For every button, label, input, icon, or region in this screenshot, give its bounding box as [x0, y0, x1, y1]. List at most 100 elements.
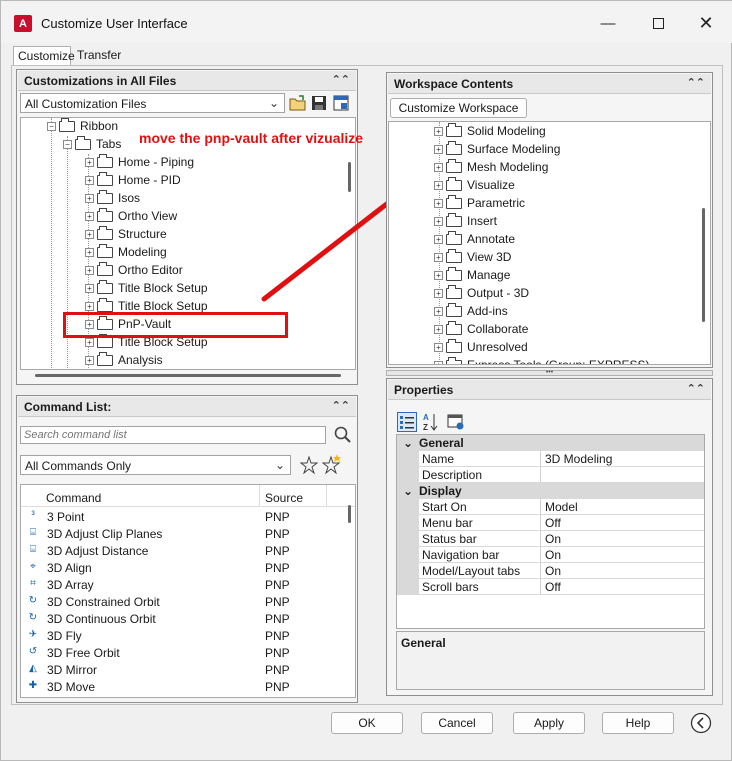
- sort-alphabetical-icon[interactable]: A Z: [422, 412, 438, 432]
- expand-node-icon[interactable]: +: [434, 324, 443, 334]
- expand-node-icon[interactable]: +: [85, 301, 94, 311]
- new-command-icon[interactable]: [322, 454, 342, 474]
- customizations-tree-item[interactable]: + Analysis: [85, 351, 163, 369]
- save-icon[interactable]: [311, 95, 327, 111]
- expand-node-icon[interactable]: +: [434, 198, 443, 208]
- property-pages-icon[interactable]: [447, 414, 465, 430]
- customizations-tree-item[interactable]: + Title Block Setup: [85, 279, 208, 297]
- command-row[interactable]: ⌖ 3D Align PNP: [21, 559, 341, 576]
- expand-node-icon[interactable]: +: [434, 180, 443, 190]
- expand-node-icon[interactable]: +: [85, 211, 94, 221]
- collapse-icon[interactable]: ⌃⌃: [332, 73, 350, 86]
- collapse-icon[interactable]: ⌃⌃: [687, 382, 705, 395]
- workspace-tree-item[interactable]: + Add-ins: [434, 302, 508, 320]
- expand-node-icon[interactable]: +: [85, 175, 94, 185]
- ok-button[interactable]: OK: [331, 712, 403, 734]
- property-row[interactable]: Status bar On: [397, 531, 704, 547]
- property-value[interactable]: [541, 467, 704, 483]
- workspace-tree-item[interactable]: + Solid Modeling: [434, 122, 546, 140]
- customizations-tree-item[interactable]: + Home - Piping: [85, 153, 194, 171]
- customizations-tree-item[interactable]: − Ribbon: [47, 118, 118, 135]
- star-filter-icon[interactable]: [300, 456, 318, 474]
- command-row[interactable]: ↺ 3D Free Orbit PNP: [21, 644, 341, 661]
- property-value[interactable]: On: [541, 547, 704, 563]
- property-row[interactable]: Description: [397, 467, 704, 483]
- command-row[interactable]: ✚ 3D Move PNP: [21, 678, 341, 695]
- command-list-scrollbar[interactable]: [348, 505, 351, 523]
- command-row[interactable]: ⌸ 3D Adjust Clip Planes PNP: [21, 525, 341, 542]
- workspace-tree-item[interactable]: + View 3D: [434, 248, 511, 266]
- tab-transfer[interactable]: Transfer: [73, 46, 131, 66]
- workspace-tree-item[interactable]: + Output - 3D: [434, 284, 529, 302]
- chevron-down-icon[interactable]: ⌄: [403, 436, 413, 450]
- load-partial-icon[interactable]: [333, 95, 349, 111]
- property-value[interactable]: On: [541, 531, 704, 547]
- expand-node-icon[interactable]: +: [434, 252, 443, 262]
- workspace-tree-item[interactable]: + Unresolved: [434, 338, 528, 356]
- maximize-icon[interactable]: [643, 11, 673, 35]
- property-row[interactable]: Start On Model: [397, 499, 704, 515]
- customizations-tree-item[interactable]: + Modeling: [85, 243, 167, 261]
- property-row[interactable]: Name 3D Modeling: [397, 451, 704, 467]
- workspace-tree-item[interactable]: + Insert: [434, 212, 497, 230]
- workspace-tree-item[interactable]: + Visualize: [434, 176, 515, 194]
- splitter-handle[interactable]: •••: [386, 369, 713, 376]
- expand-node-icon[interactable]: +: [85, 193, 94, 203]
- open-file-icon[interactable]: [289, 95, 307, 111]
- customizations-tree-item[interactable]: + Isos: [85, 189, 140, 207]
- close-icon[interactable]: ✕: [691, 11, 721, 35]
- expand-node-icon[interactable]: +: [434, 270, 443, 280]
- command-row[interactable]: ³ 3 Point PNP: [21, 508, 341, 525]
- customizations-tree-item[interactable]: + Home - PID: [85, 171, 181, 189]
- customizations-tree-item[interactable]: + Ortho Editor: [85, 261, 183, 279]
- workspace-tree-item[interactable]: + Collaborate: [434, 320, 528, 338]
- workspace-scrollbar[interactable]: [702, 208, 705, 322]
- property-row[interactable]: Model/Layout tabs On: [397, 563, 704, 579]
- command-row[interactable]: ↻ 3D Constrained Orbit PNP: [21, 593, 341, 610]
- command-filter-select[interactable]: All Commands Only ⌄: [20, 455, 291, 475]
- property-value[interactable]: Model: [541, 499, 704, 515]
- workspace-tree-item[interactable]: + Parametric: [434, 194, 525, 212]
- collapse-node-icon[interactable]: −: [47, 121, 56, 131]
- chevron-down-icon[interactable]: ⌄: [403, 484, 413, 498]
- property-row[interactable]: Navigation bar On: [397, 547, 704, 563]
- collapse-icon[interactable]: ⌃⌃: [332, 399, 350, 412]
- expand-node-icon[interactable]: +: [434, 342, 443, 352]
- command-row[interactable]: ⌸ 3D Adjust Distance PNP: [21, 542, 341, 559]
- customize-workspace-button[interactable]: Customize Workspace: [390, 98, 527, 118]
- property-value[interactable]: Off: [541, 515, 704, 531]
- expand-node-icon[interactable]: +: [434, 144, 443, 154]
- customization-file-select[interactable]: All Customization Files ⌄: [20, 93, 285, 113]
- workspace-tree-item[interactable]: + Mesh Modeling: [434, 158, 548, 176]
- collapse-node-icon[interactable]: −: [63, 139, 72, 149]
- tree-horizontal-scrollbar[interactable]: [35, 374, 341, 377]
- categorized-view-icon[interactable]: [397, 412, 417, 432]
- expand-node-icon[interactable]: +: [434, 306, 443, 316]
- customizations-tree-item[interactable]: + Ortho View: [85, 207, 177, 225]
- expand-node-icon[interactable]: +: [434, 234, 443, 244]
- tab-customize[interactable]: Customize: [13, 46, 75, 66]
- expand-node-icon[interactable]: +: [85, 265, 94, 275]
- minimize-icon[interactable]: —: [593, 11, 623, 35]
- property-row[interactable]: Menu bar Off: [397, 515, 704, 531]
- column-source[interactable]: Source: [265, 491, 303, 505]
- expand-node-icon[interactable]: +: [85, 355, 94, 365]
- collapse-icon[interactable]: ⌃⌃: [687, 76, 705, 89]
- command-row[interactable]: ⌗ 3D Array PNP: [21, 576, 341, 593]
- workspace-tree-item[interactable]: + Surface Modeling: [434, 140, 560, 158]
- expand-node-icon[interactable]: +: [85, 337, 94, 347]
- expand-node-icon[interactable]: +: [85, 229, 94, 239]
- expand-node-icon[interactable]: +: [434, 288, 443, 298]
- workspace-tree-item[interactable]: + Annotate: [434, 230, 515, 248]
- command-row[interactable]: ↻ 3D Continuous Orbit PNP: [21, 610, 341, 627]
- expand-node-icon[interactable]: +: [85, 247, 94, 257]
- expand-node-icon[interactable]: +: [434, 162, 443, 172]
- customizations-tree-item[interactable]: − Tabs: [63, 135, 121, 153]
- cancel-button[interactable]: Cancel: [421, 712, 493, 734]
- expand-node-icon[interactable]: +: [434, 126, 443, 136]
- column-command[interactable]: Command: [46, 491, 101, 505]
- workspace-tree-item[interactable]: + Express Tools (Group: EXPRESS): [434, 356, 650, 364]
- collapse-dialog-icon[interactable]: [690, 712, 712, 734]
- search-icon[interactable]: [334, 426, 352, 444]
- property-value[interactable]: On: [541, 563, 704, 579]
